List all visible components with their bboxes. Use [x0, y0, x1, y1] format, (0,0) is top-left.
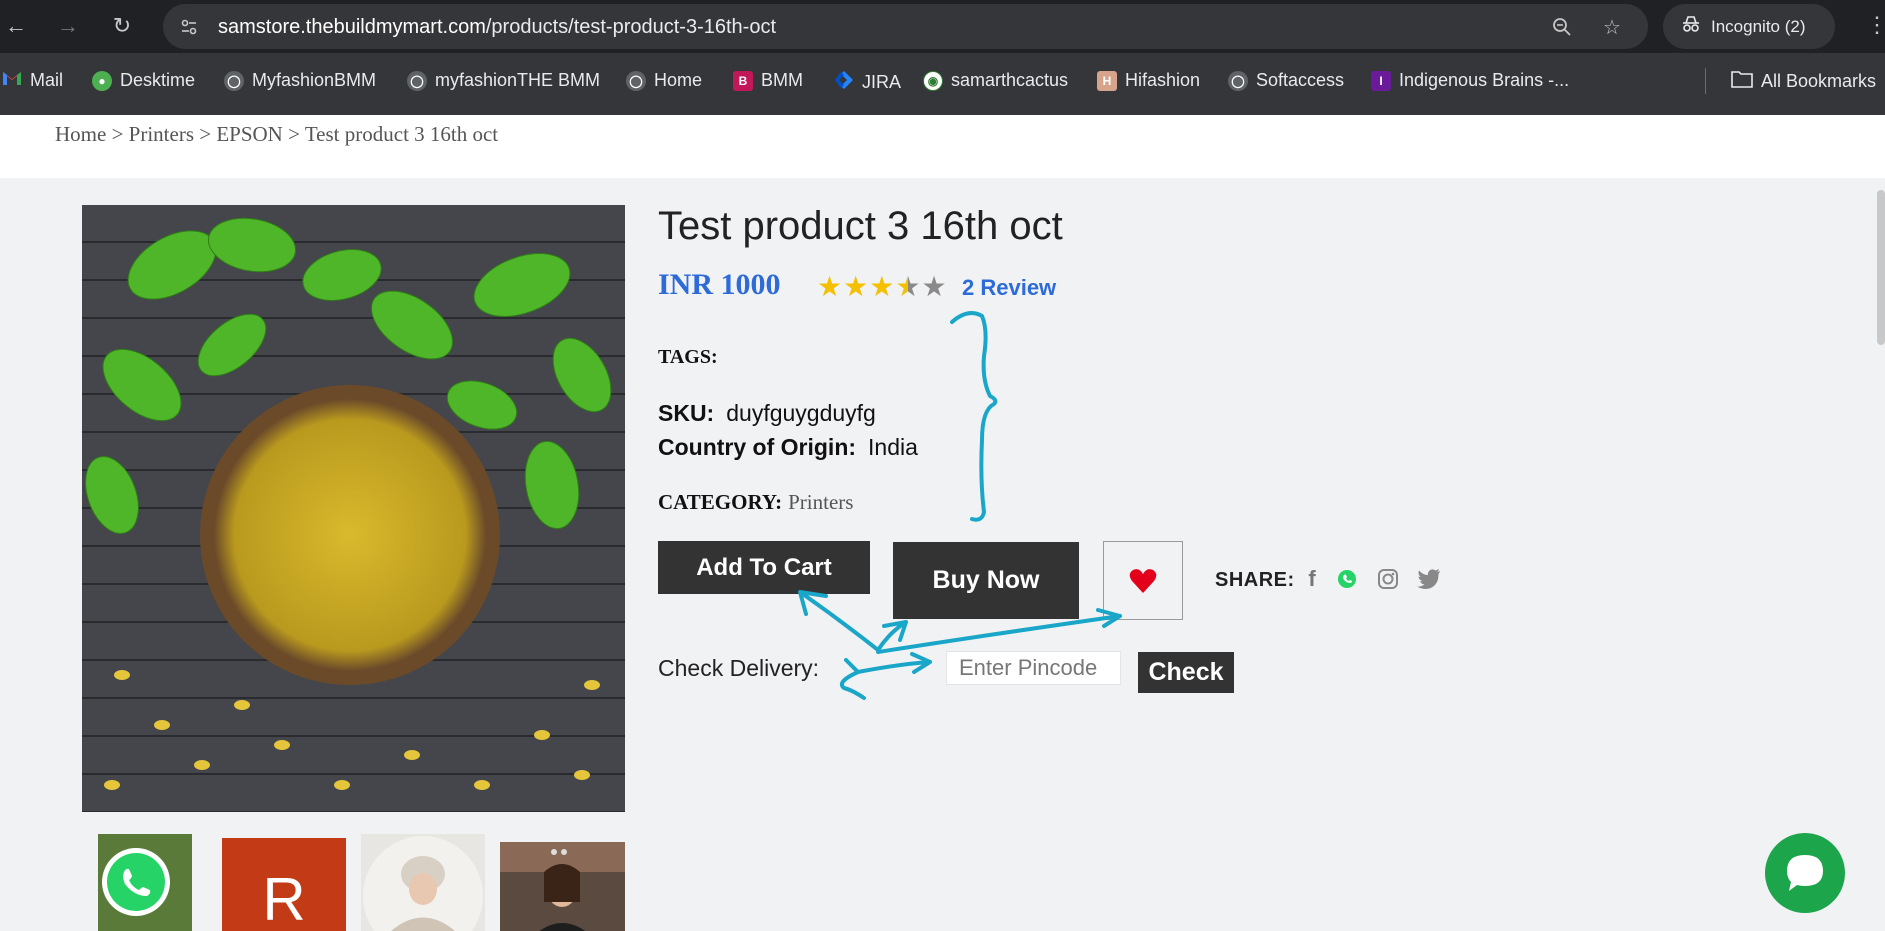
bookmark-jira[interactable]: JIRA	[834, 70, 901, 95]
twitter-icon[interactable]	[1415, 565, 1443, 593]
half-star-icon: ★	[895, 271, 922, 302]
all-bookmarks-button[interactable]: All Bookmarks	[1731, 70, 1876, 93]
site-settings-icon[interactable]	[177, 15, 201, 39]
bookmark-desktime[interactable]: ● Desktime	[92, 70, 195, 91]
bookmark-softaccess[interactable]: ◯ Softaccess	[1228, 70, 1344, 91]
arrow-annotation-check-delivery	[839, 658, 866, 700]
globe-icon: ◯	[407, 70, 427, 91]
sku-row: SKU: duyfguygduyfg	[658, 400, 876, 427]
hifashion-icon: H	[1097, 70, 1117, 91]
bookmark-mail[interactable]: Mail	[2, 70, 63, 91]
bookmark-home[interactable]: ◯ Home	[626, 70, 702, 91]
thumbnail-2[interactable]: R	[222, 838, 346, 931]
sku-value: duyfguygduyfg	[726, 400, 876, 426]
shopping-woman-image	[500, 842, 625, 931]
bookmark-hifashion[interactable]: H Hifashion	[1097, 70, 1200, 91]
share-label: SHARE:	[1215, 569, 1295, 591]
heart-icon	[1129, 568, 1157, 593]
arrow-annotation-cart	[798, 590, 880, 652]
page-scrollbar[interactable]	[1877, 190, 1885, 345]
star-icon: ★	[843, 271, 870, 302]
sku-label: SKU:	[658, 400, 715, 426]
tags-label: TAGS:	[658, 346, 718, 368]
incognito-label: Incognito (2)	[1711, 16, 1806, 36]
category-row: CATEGORY: Printers	[658, 490, 853, 515]
bookmark-myfashionthebmm[interactable]: ◯ myfashionTHE BMM	[407, 70, 600, 91]
globe-icon: ◯	[626, 70, 646, 91]
product-price: INR 1000	[658, 268, 781, 301]
url-host: samstore.thebuildmymart.com	[218, 16, 486, 38]
cactus-icon: ◉	[923, 70, 943, 91]
desktime-icon: ●	[92, 70, 112, 91]
jira-icon	[834, 70, 854, 95]
reviews-link[interactable]: 2 Review	[962, 275, 1056, 301]
origin-value: India	[868, 434, 918, 460]
check-delivery-label: Check Delivery:	[658, 655, 820, 681]
star-icon: ★	[817, 271, 844, 302]
woman-portrait-image	[363, 836, 483, 931]
incognito-icon	[1681, 15, 1701, 38]
arrow-annotation-pincode	[856, 652, 932, 674]
instagram-icon[interactable]	[1374, 565, 1402, 593]
origin-label: Country of Origin:	[658, 434, 857, 460]
check-button[interactable]: Check	[1138, 652, 1234, 693]
breadcrumb[interactable]: Home > Printers > EPSON > Test product 3…	[55, 122, 498, 147]
zoom-icon[interactable]	[1550, 15, 1574, 39]
brace-annotation	[950, 311, 998, 522]
back-arrow-icon[interactable]: ←	[2, 12, 30, 40]
whatsapp-icon	[98, 834, 192, 931]
bookmark-star-icon[interactable]: ☆	[1600, 15, 1624, 39]
browser-menu-icon[interactable]: ⋮	[1866, 12, 1885, 38]
thumbnail-letter: R	[262, 866, 306, 931]
bmm-icon: B	[733, 70, 753, 91]
folder-icon	[1731, 70, 1753, 93]
chat-button[interactable]	[1765, 833, 1845, 913]
arrow-annotation-buy	[876, 620, 908, 652]
origin-row: Country of Origin: India	[658, 434, 918, 461]
category-label: CATEGORY:	[658, 490, 783, 514]
thumbnail-3[interactable]	[361, 834, 485, 931]
forward-arrow-icon[interactable]: →	[54, 12, 82, 40]
incognito-button[interactable]: Incognito (2)	[1663, 4, 1835, 49]
product-title: Test product 3 16th oct	[658, 204, 1063, 248]
chat-bubble-icon	[1787, 855, 1823, 891]
gmail-icon	[2, 70, 22, 91]
url-text[interactable]: samstore.thebuildmymart.com/products/tes…	[218, 16, 776, 39]
address-bar[interactable]: samstore.thebuildmymart.com/products/tes…	[163, 4, 1648, 49]
url-path: /products/test-product-3-16th-oct	[485, 16, 777, 38]
category-link[interactable]: Printers	[788, 490, 853, 514]
bookmarks-divider	[1705, 68, 1706, 94]
bookmark-indigenous-brains[interactable]: I Indigenous Brains -...	[1371, 70, 1569, 91]
bookmarks-bar: Mail ● Desktime ◯ MyfashionBMM ◯ myfashi…	[0, 53, 1885, 115]
add-to-cart-button[interactable]: Add To Cart	[658, 541, 870, 594]
product-main-image[interactable]	[82, 205, 625, 812]
rating-stars[interactable]: ★★★★★	[817, 270, 948, 303]
globe-icon: ◯	[1228, 70, 1248, 91]
wishlist-button[interactable]	[1103, 541, 1183, 620]
reload-icon[interactable]: ↻	[108, 12, 136, 40]
buy-now-button[interactable]: Buy Now	[893, 542, 1079, 619]
breadcrumb-bar: Home > Printers > EPSON > Test product 3…	[0, 115, 1885, 178]
pincode-input[interactable]	[946, 651, 1121, 685]
facebook-icon[interactable]: f	[1298, 565, 1326, 593]
browser-toolbar: ← → ↻ samstore.thebuildmymart.com/produc…	[0, 0, 1885, 53]
globe-icon: ◯	[224, 70, 244, 91]
indigenous-icon: I	[1371, 70, 1391, 91]
thumbnail-1[interactable]	[98, 834, 192, 931]
bookmark-myfashionbmm[interactable]: ◯ MyfashionBMM	[224, 70, 376, 91]
thumbnail-strip: R	[82, 812, 625, 931]
bookmark-bmm[interactable]: B BMM	[733, 70, 803, 91]
thumbnail-4[interactable]	[500, 842, 625, 931]
star-icon: ★	[869, 271, 896, 302]
whatsapp-share-icon[interactable]	[1333, 565, 1361, 593]
star-empty-icon: ★	[921, 271, 948, 302]
fenugreek-image	[82, 205, 625, 812]
bookmark-samarthcactus[interactable]: ◉ samarthcactus	[923, 70, 1068, 91]
